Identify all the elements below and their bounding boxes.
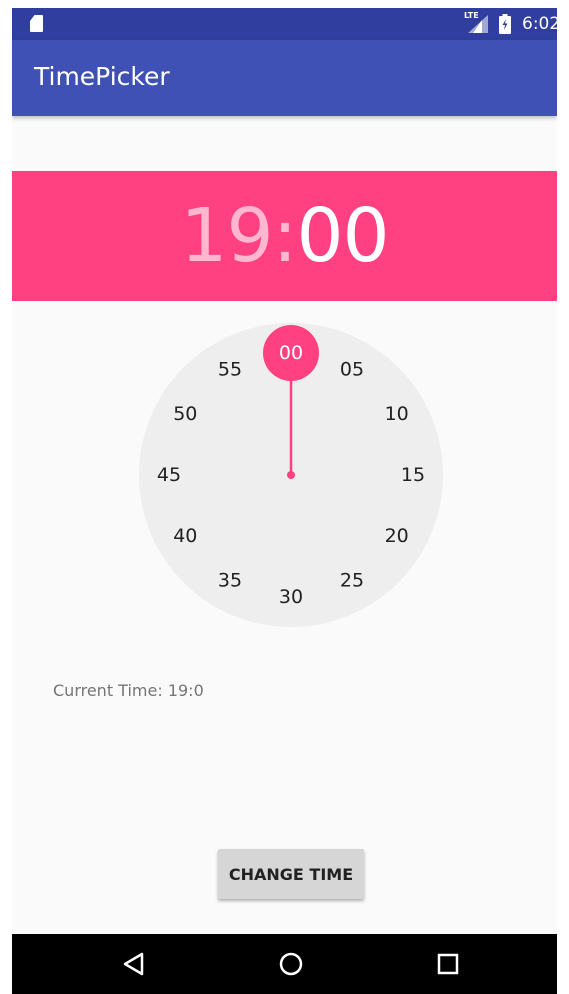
home-icon[interactable] [275,948,307,980]
dial-label-00[interactable]: 00 [279,342,303,364]
dial-center-dot [287,471,295,479]
dial-label-25[interactable]: 25 [340,570,364,592]
dial-label-50[interactable]: 50 [173,403,197,425]
dial-label-20[interactable]: 20 [385,525,409,547]
back-icon[interactable] [118,948,150,980]
current-time-text: Current Time: 19:0 [53,681,204,700]
dial-label-55[interactable]: 55 [218,358,242,380]
minute-dial[interactable]: 00 05 10 15 20 25 30 35 40 45 50 55 [12,8,557,994]
phone-screen: LTE 6:02 TimePicker 19:00 00 05 10 15 20 25 30… [12,8,557,994]
dial-label-40[interactable]: 40 [173,525,197,547]
navigation-bar [12,934,557,994]
change-time-button[interactable]: CHANGE TIME [218,849,364,899]
recents-icon[interactable] [432,948,464,980]
dial-label-10[interactable]: 10 [385,403,409,425]
dial-label-05[interactable]: 05 [340,358,364,380]
dial-label-30[interactable]: 30 [279,586,303,608]
dial-label-35[interactable]: 35 [218,570,242,592]
dial-label-45[interactable]: 45 [157,464,181,486]
dial-label-15[interactable]: 15 [401,464,425,486]
